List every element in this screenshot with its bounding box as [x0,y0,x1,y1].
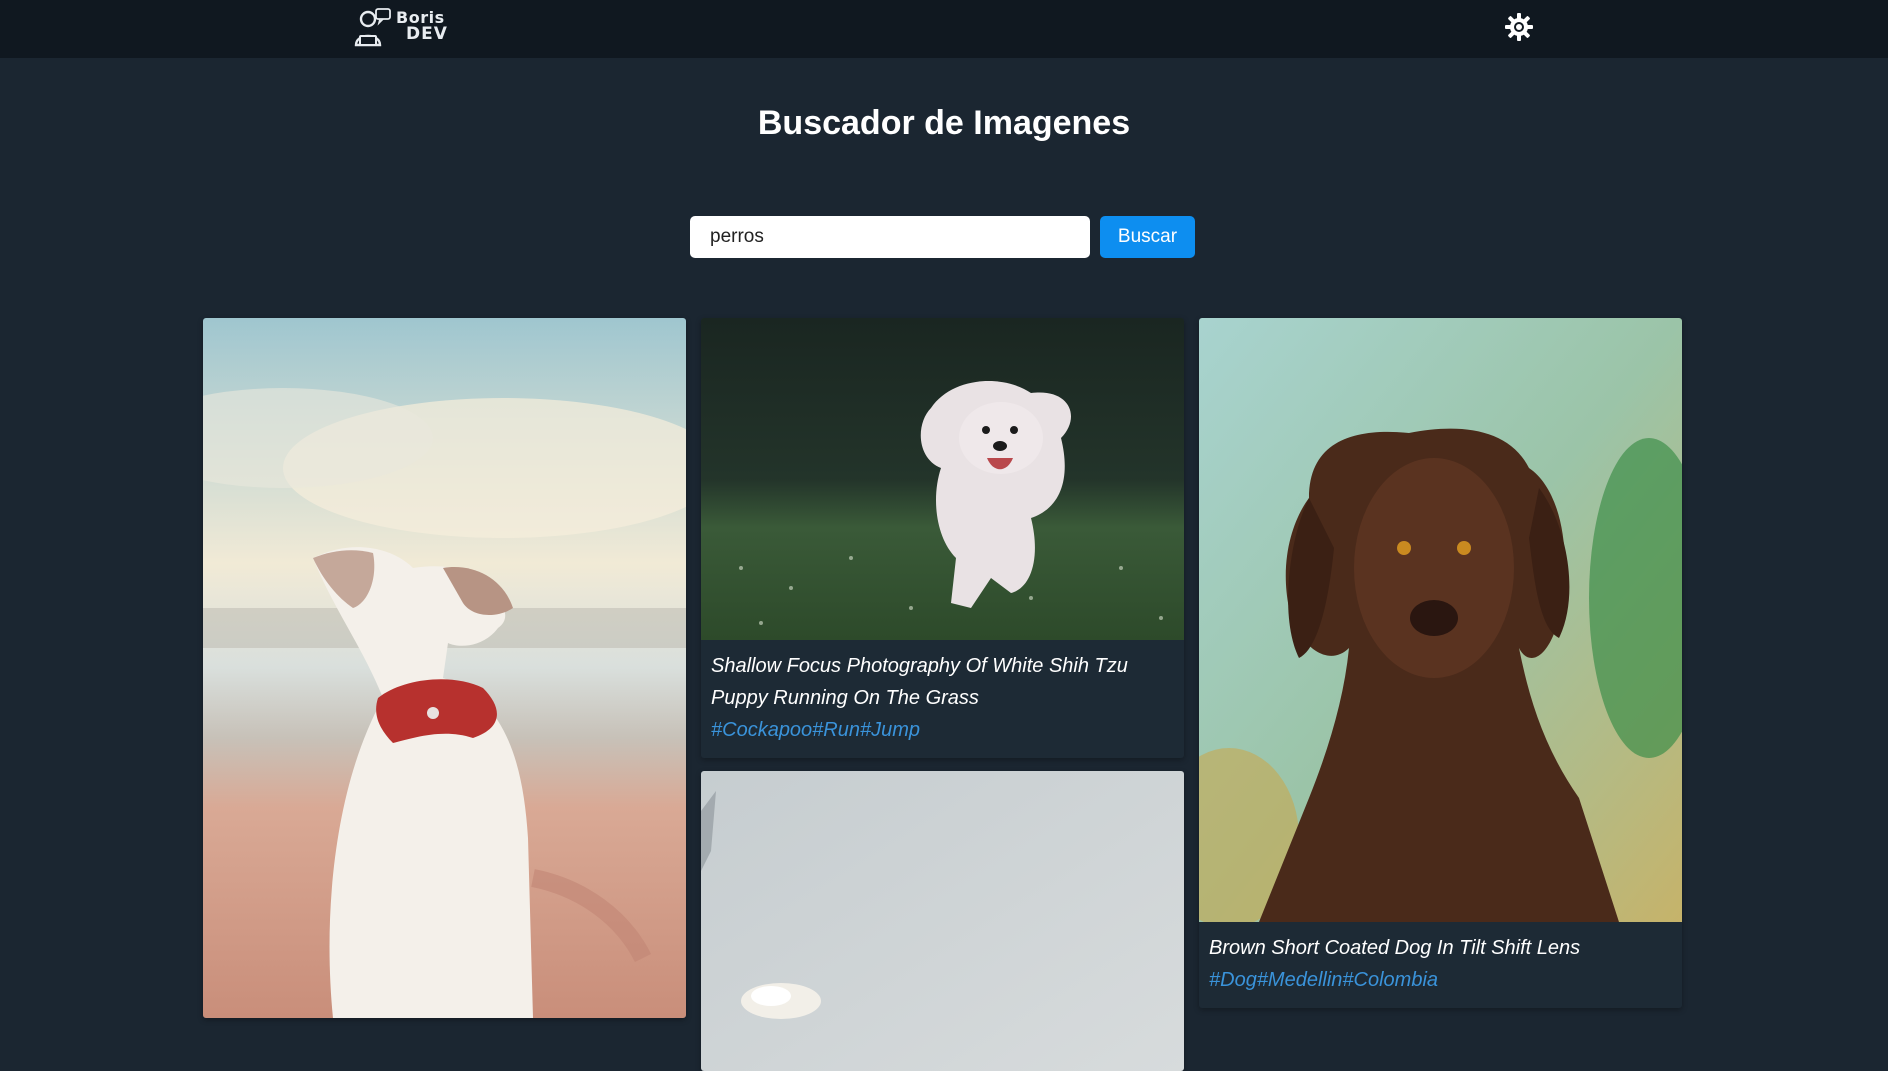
logo-line2: DEV [406,24,448,44]
logo-text: Boris DEV [396,9,448,43]
image-card[interactable]: Shallow Focus Photography Of White Shih … [701,318,1184,758]
card-tags[interactable]: #Dog#Medellin#Colombia [1209,964,1672,996]
card-caption: Shallow Focus Photography Of White Shih … [701,640,1184,758]
page-title: Buscador de Imagenes [757,104,1131,142]
search-button[interactable]: Buscar [1100,216,1195,258]
card-title: Brown Short Coated Dog In Tilt Shift Len… [1209,937,1581,959]
image-card[interactable] [701,771,1184,1071]
dog-photo[interactable] [1199,318,1682,922]
search-input[interactable] [690,216,1090,258]
logo[interactable]: Boris DEV [352,5,464,47]
dog-photo[interactable] [701,771,1184,1071]
navbar: Boris DEV [0,0,1888,58]
dog-photo[interactable] [203,318,686,1018]
dog-photo[interactable] [701,318,1184,640]
image-card[interactable]: Brown Short Coated Dog In Tilt Shift Len… [1199,318,1682,1008]
developer-avatar-icon [354,8,391,47]
card-title: Shallow Focus Photography Of White Shih … [711,655,1128,709]
card-tags[interactable]: #Cockapoo#Run#Jump [711,714,1174,746]
image-card[interactable] [203,318,686,1018]
sun-gear-icon[interactable] [1504,12,1534,42]
card-caption: Brown Short Coated Dog In Tilt Shift Len… [1199,922,1682,1008]
